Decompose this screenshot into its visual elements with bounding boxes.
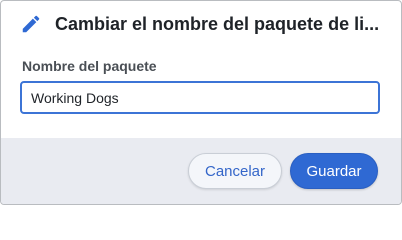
- dialog-header: Cambiar el nombre del paquete de li...: [1, 1, 401, 51]
- save-button[interactable]: Guardar: [290, 153, 378, 189]
- pencil-icon: [20, 13, 42, 35]
- package-name-label: Nombre del paquete: [22, 58, 157, 74]
- dialog-title: Cambiar el nombre del paquete de li...: [55, 14, 380, 34]
- rename-package-dialog: Cambiar el nombre del paquete de li... N…: [0, 0, 402, 205]
- cancel-button[interactable]: Cancelar: [188, 153, 282, 189]
- dialog-footer: Cancelar Guardar: [1, 138, 401, 204]
- package-name-input[interactable]: [20, 81, 380, 114]
